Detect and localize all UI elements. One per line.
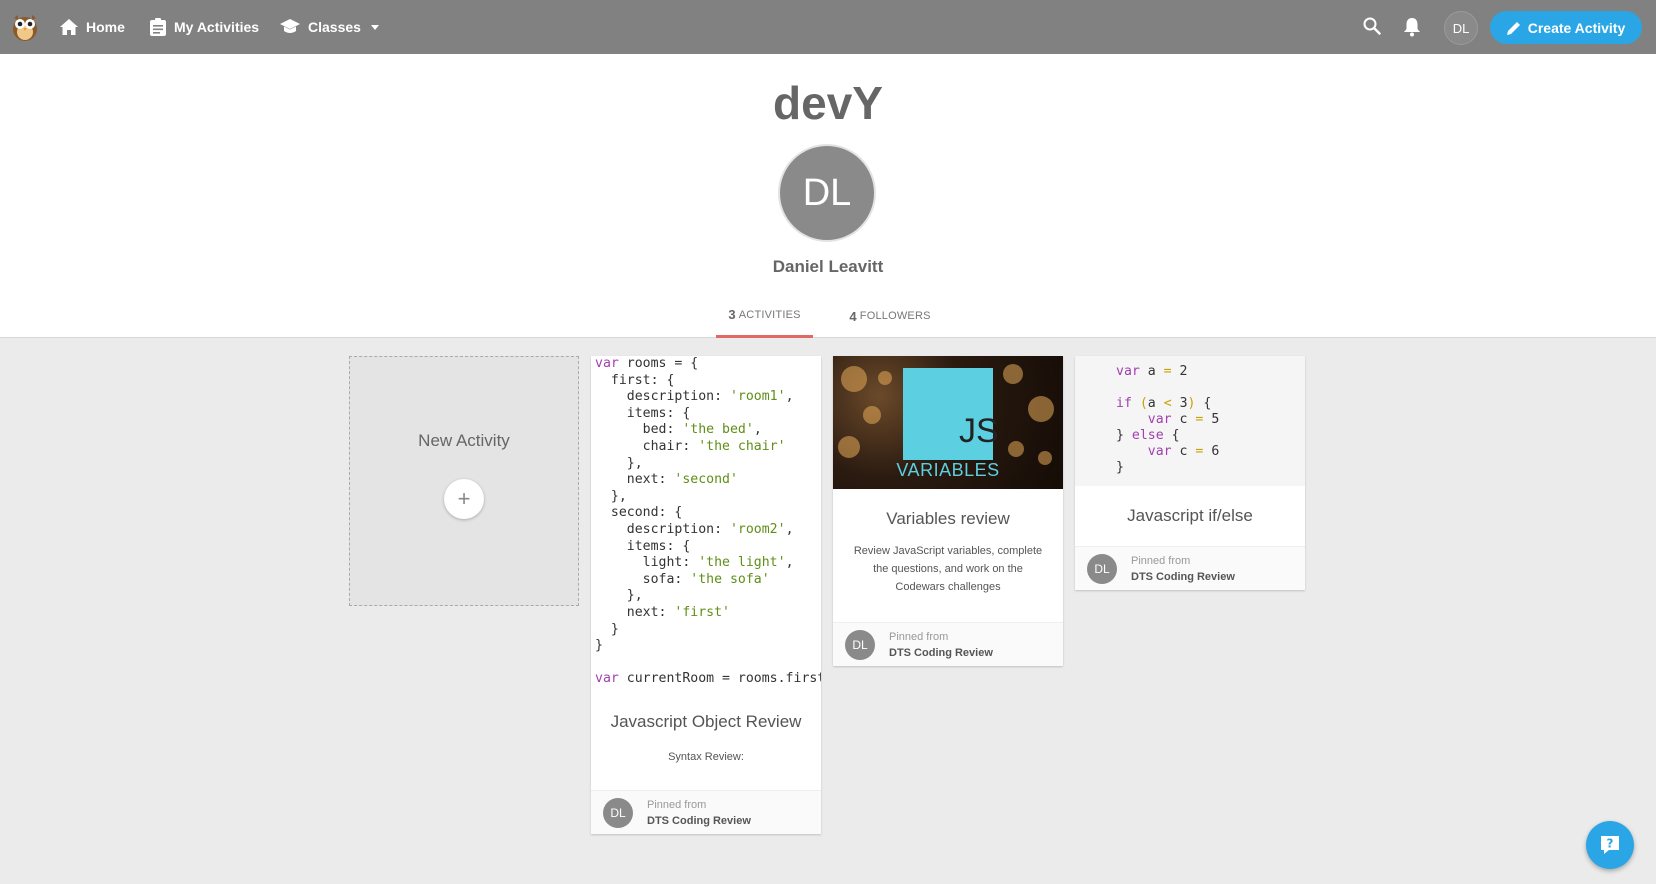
tab-activities[interactable]: 3 ACTIVITIES xyxy=(716,294,813,338)
pinned-label: Pinned from xyxy=(1131,555,1191,567)
home-icon xyxy=(60,19,78,35)
activity-card-if-else[interactable]: var a = 2 if (a < 3) { var c = 5 } else … xyxy=(1075,356,1305,590)
help-chat-button[interactable]: ? xyxy=(1586,821,1634,869)
variables-image-text: VARIABLES xyxy=(896,460,1000,480)
nav-classes-label: Classes xyxy=(308,19,361,35)
card-title[interactable]: Javascript Object Review xyxy=(591,712,821,732)
profile-full-name: Daniel Leavitt xyxy=(772,257,884,276)
activity-card-object-review[interactable]: var rooms = { first: { description: 'roo… xyxy=(591,356,821,834)
pinned-avatar: DL xyxy=(603,798,633,828)
user-avatar[interactable]: DL xyxy=(1444,11,1478,45)
graduation-cap-icon xyxy=(280,19,300,33)
nav-my-activities[interactable]: My Activities xyxy=(150,0,259,54)
nav-my-activities-label: My Activities xyxy=(174,19,260,35)
create-activity-label: Create Activity xyxy=(1527,19,1626,36)
owl-logo-icon[interactable] xyxy=(10,12,40,42)
pinned-avatar: DL xyxy=(1087,554,1117,584)
js-variables-image: JS VARIABLES xyxy=(833,356,1063,489)
card-description: Syntax Review: xyxy=(668,751,744,763)
card-footer: DL Pinned from DTS Coding Review xyxy=(833,622,1063,666)
card-description: Review JavaScript variables, complete th… xyxy=(853,545,1043,593)
nav-home[interactable]: Home xyxy=(60,0,125,54)
code-preview: var rooms = { first: { description: 'roo… xyxy=(595,356,821,687)
profile-tabs: 3 ACTIVITIES 4 FOLLOWERS xyxy=(0,294,1656,338)
bell-icon[interactable] xyxy=(1403,17,1421,37)
pinned-source[interactable]: DTS Coding Review xyxy=(889,647,993,659)
search-icon[interactable] xyxy=(1363,17,1381,35)
card-title[interactable]: Variables review xyxy=(833,509,1063,529)
tab-followers-label: FOLLOWERS xyxy=(859,310,931,322)
new-activity-card[interactable]: New Activity + xyxy=(349,356,579,606)
clipboard-icon xyxy=(150,18,166,36)
svg-text:?: ? xyxy=(1607,837,1614,851)
card-footer: DL Pinned from DTS Coding Review xyxy=(591,790,821,834)
card-title[interactable]: Javascript if/else xyxy=(1075,506,1305,526)
profile-username: devY xyxy=(773,77,883,129)
help-question-icon: ? xyxy=(1601,836,1619,854)
nav-classes[interactable]: Classes xyxy=(280,0,379,54)
top-nav: Home My Activities Classes DL Create Act… xyxy=(0,0,1656,54)
tab-followers[interactable]: 4 FOLLOWERS xyxy=(840,294,940,338)
card-footer: DL Pinned from DTS Coding Review xyxy=(1075,546,1305,590)
add-activity-button[interactable]: + xyxy=(444,479,484,519)
code-preview: var a = 2 if (a < 3) { var c = 5 } else … xyxy=(1075,356,1305,486)
tab-activities-label: ACTIVITIES xyxy=(738,308,801,321)
pinned-source[interactable]: DTS Coding Review xyxy=(1131,571,1235,583)
pinned-source[interactable]: DTS Coding Review xyxy=(647,815,751,827)
pinned-avatar: DL xyxy=(845,630,875,660)
pencil-icon xyxy=(1506,21,1520,35)
tab-followers-count: 4 xyxy=(849,308,857,324)
new-activity-label: New Activity xyxy=(418,431,510,450)
profile-avatar: DL xyxy=(778,144,876,242)
pinned-label: Pinned from xyxy=(889,631,949,643)
create-activity-button[interactable]: Create Activity xyxy=(1490,11,1642,44)
nav-home-label: Home xyxy=(86,19,125,35)
tab-activities-count: 3 xyxy=(728,307,736,322)
chevron-down-icon xyxy=(370,24,379,30)
js-image-text: JS xyxy=(959,412,999,450)
pinned-label: Pinned from xyxy=(647,799,707,811)
activity-card-variables-review[interactable]: JS VARIABLES Variables review Review Jav… xyxy=(833,356,1063,666)
profile-header: devY DL Daniel Leavitt 3 ACTIVITIES 4 FO… xyxy=(0,54,1656,338)
